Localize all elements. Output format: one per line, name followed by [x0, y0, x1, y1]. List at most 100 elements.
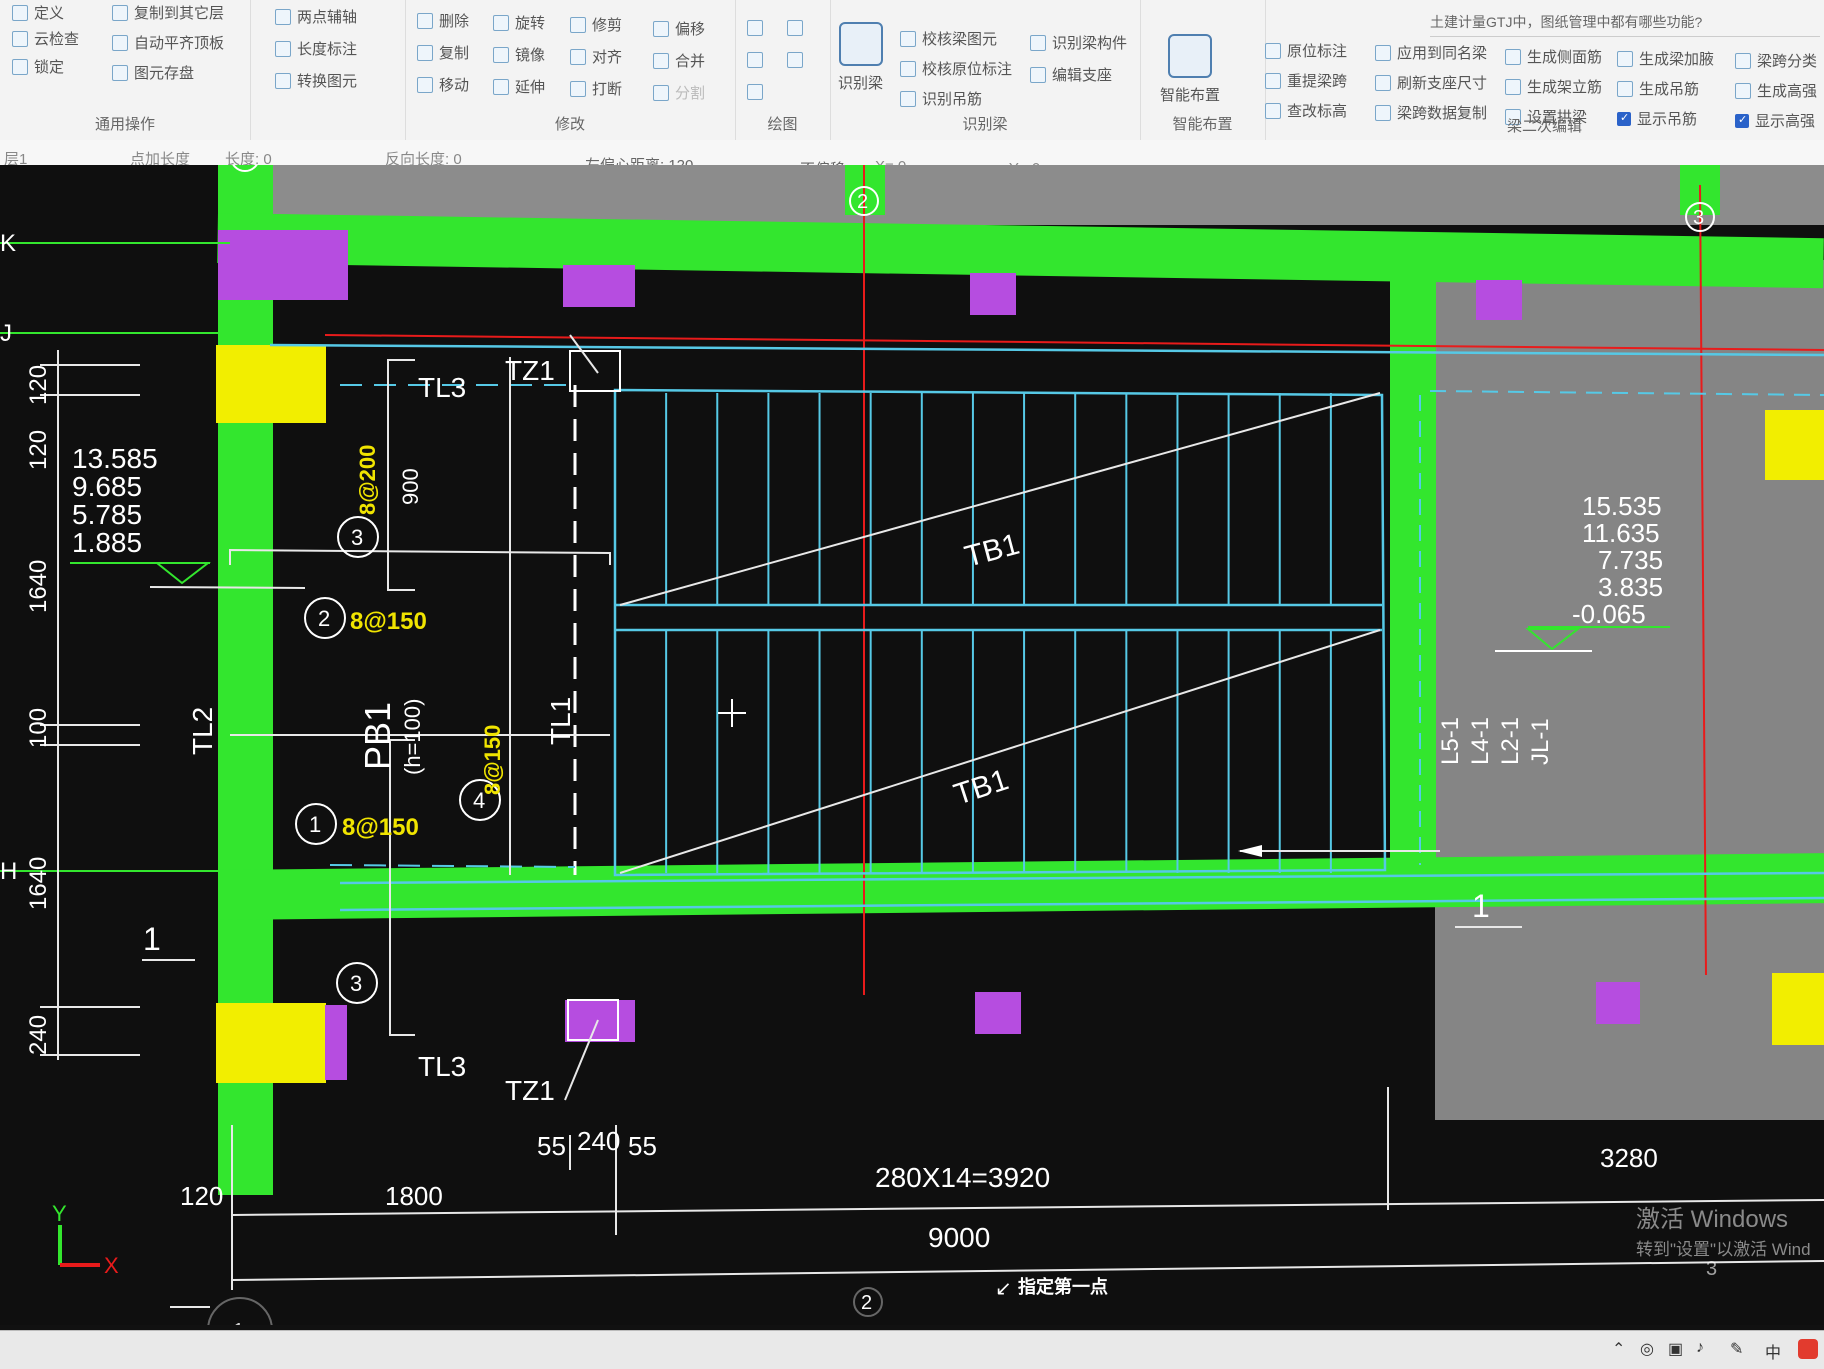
- identify-beam-component-button[interactable]: 识别梁构件: [1030, 32, 1127, 53]
- prompt-cursor-icon: ↙: [995, 1278, 1012, 1300]
- convert-icon: [275, 72, 291, 89]
- check-tool[interactable]: [787, 20, 803, 36]
- display-icon[interactable]: ▣: [1668, 1339, 1683, 1359]
- column-purple[interactable]: [218, 230, 348, 300]
- column-purple[interactable]: [1476, 280, 1522, 320]
- column-purple[interactable]: [975, 992, 1021, 1034]
- offset-button[interactable]: 偏移: [653, 18, 705, 39]
- label-tz1-top: TZ1: [505, 355, 555, 386]
- dim-left-3: 1640: [25, 560, 52, 613]
- rotate-icon: [493, 14, 509, 31]
- span-classify-button[interactable]: 梁跨分类: [1735, 50, 1817, 71]
- two-point-axis-button[interactable]: 两点辅轴: [275, 6, 357, 27]
- drawing-canvas[interactable]: .w { fill:#fff; font-family:"Liberation …: [0, 165, 1824, 1325]
- dim-bottom-55b: 55: [628, 1131, 657, 1161]
- edit-support-button[interactable]: 编辑支座: [1030, 64, 1112, 85]
- tray-chevron-icon[interactable]: ⌃: [1612, 1339, 1625, 1359]
- group-title-beam-edit: 梁二次编辑: [1506, 118, 1582, 135]
- activation-watermark: 激活 Windows 转到"设置"以激活 Wind: [1636, 1206, 1811, 1259]
- stair-outline[interactable]: [613, 388, 1387, 877]
- column-yellow[interactable]: [1765, 410, 1824, 480]
- align-slab-icon: [112, 34, 128, 51]
- line-tool[interactable]: [747, 52, 763, 68]
- column-purple[interactable]: [970, 273, 1016, 315]
- gen-high-strength-button[interactable]: 生成高强: [1735, 80, 1817, 101]
- elevation-right-5: -0.065: [1572, 599, 1646, 629]
- gen-side-rebar-button[interactable]: 生成侧面筋: [1505, 46, 1602, 67]
- identify-hanger-button[interactable]: 识别吊筋: [900, 88, 982, 109]
- merge-button[interactable]: 合并: [653, 50, 705, 71]
- align-button[interactable]: 对齐: [570, 46, 622, 67]
- move-button[interactable]: 移动: [417, 74, 469, 95]
- lock-button[interactable]: 锁定: [12, 56, 64, 77]
- refresh-support-button[interactable]: 刷新支座尺寸: [1375, 72, 1487, 93]
- section-label-left: 1: [143, 921, 161, 957]
- gen-erection-rebar-button[interactable]: 生成架立筋: [1505, 76, 1602, 97]
- gen-haunch-button[interactable]: 生成梁加腋: [1617, 48, 1714, 69]
- delete-button[interactable]: 删除: [417, 10, 469, 31]
- check-annotation-button[interactable]: 校核原位标注: [900, 58, 1012, 79]
- tz1-box[interactable]: [569, 350, 621, 392]
- dim-bottom-3280: 3280: [1600, 1143, 1658, 1173]
- trim-button[interactable]: 修剪: [570, 14, 622, 35]
- apply-same-name-button[interactable]: 应用到同名梁: [1375, 42, 1487, 63]
- column-purple[interactable]: [1596, 982, 1640, 1024]
- re-extract-span-button[interactable]: 重提梁跨: [1265, 70, 1347, 91]
- column-purple[interactable]: [563, 265, 635, 307]
- point-tool[interactable]: [747, 20, 763, 36]
- copy-to-layer-button[interactable]: 复制到其它层: [112, 2, 224, 23]
- volume-icon[interactable]: ♪: [1696, 1339, 1704, 1357]
- pen-icon[interactable]: ✎: [1730, 1339, 1743, 1359]
- label-tl3-bottom: TL3: [418, 1051, 466, 1082]
- ime-indicator[interactable]: 中: [1765, 1339, 1781, 1363]
- auto-align-slab-button[interactable]: 自动平齐顶板: [112, 32, 224, 53]
- rect-tool[interactable]: [787, 52, 803, 68]
- classify-icon: [1735, 52, 1751, 69]
- identify-beam-button[interactable]: 识别梁: [838, 22, 883, 93]
- length-dim-button[interactable]: 长度标注: [275, 38, 357, 59]
- copy-button[interactable]: 复制: [417, 42, 469, 63]
- extend-button[interactable]: 延伸: [493, 76, 545, 97]
- copy-icon: [417, 44, 433, 61]
- group-title-smart-layout: 智能布置: [1172, 116, 1233, 133]
- break-button[interactable]: 打断: [570, 78, 622, 99]
- label-pb1: PB1: [357, 702, 398, 770]
- split-button[interactable]: 分割: [653, 82, 705, 103]
- elevation-left-1: 13.585: [72, 443, 158, 474]
- arc-tool[interactable]: [747, 84, 763, 100]
- support-icon: [1030, 66, 1046, 83]
- define-button[interactable]: 定义: [12, 2, 64, 23]
- ucs-x-label: X: [104, 1253, 119, 1278]
- group-general: 定义 云检查 锁定 复制到其它层 自动平齐顶板 图元存盘 通用操作: [0, 0, 251, 140]
- dim-bottom-total: 9000: [928, 1222, 990, 1253]
- gen-hanger-button[interactable]: 生成吊筋: [1617, 78, 1699, 99]
- group-beam-edit: 原位标注 重提梁跨 查改标高 应用到同名梁 刷新支座尺寸 梁跨数据复制 生成侧面…: [1265, 0, 1824, 140]
- rotate-button[interactable]: 旋转: [493, 12, 545, 33]
- column-yellow[interactable]: [216, 345, 326, 423]
- grid-layout-icon: [1168, 34, 1212, 78]
- tb1-diagonal: [619, 392, 1381, 606]
- column-yellow[interactable]: [1772, 973, 1824, 1045]
- mirror-button[interactable]: 镜像: [493, 44, 545, 65]
- dim-left-2: 120: [25, 430, 52, 470]
- cloud-check-button[interactable]: 云检查: [12, 28, 79, 49]
- define-icon: [12, 4, 28, 21]
- axis-label-1: 1: [238, 165, 249, 168]
- column-purple[interactable]: [325, 1005, 347, 1080]
- break-icon: [570, 80, 586, 97]
- check-beam-element-button[interactable]: 校核梁图元: [900, 28, 997, 49]
- in-place-annotation-button[interactable]: 原位标注: [1265, 40, 1347, 61]
- convert-element-button[interactable]: 转换图元: [275, 70, 357, 91]
- dim-left-6: 240: [25, 1015, 52, 1055]
- network-icon[interactable]: ◎: [1640, 1339, 1654, 1359]
- wall-middle[interactable]: [1390, 265, 1436, 885]
- label-tl3-top: TL3: [418, 372, 466, 403]
- column-yellow[interactable]: [216, 1003, 326, 1083]
- save-element-button[interactable]: 图元存盘: [112, 62, 194, 83]
- cad-drawing[interactable]: .w { fill:#fff; font-family:"Liberation …: [0, 165, 1824, 1325]
- dimension-line: [231, 1199, 1824, 1216]
- column-purple[interactable]: [565, 1000, 635, 1042]
- smart-layout-button[interactable]: 智能布置: [1160, 34, 1220, 105]
- app-tray-icon[interactable]: [1798, 1339, 1818, 1359]
- label-tb1-lower: TB1: [950, 763, 1013, 811]
